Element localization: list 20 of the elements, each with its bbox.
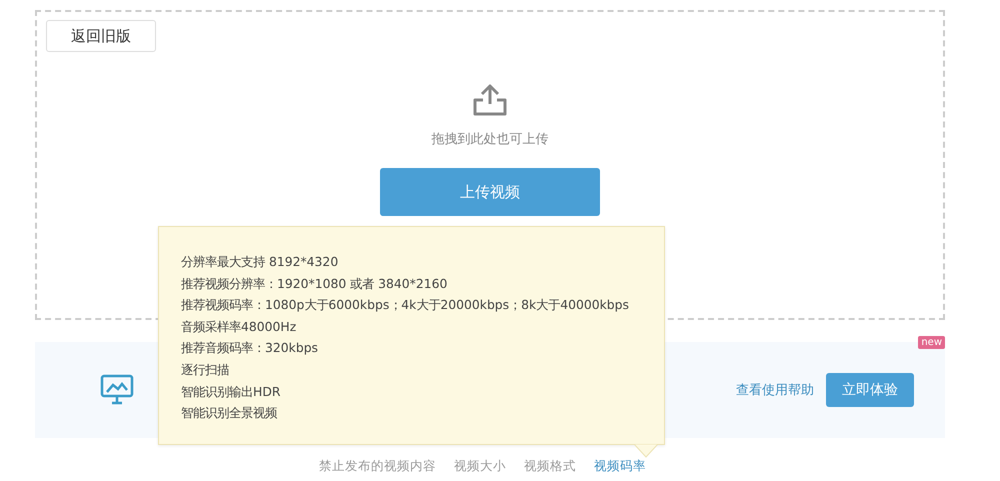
tooltip-line: 推荐视频码率：1080p大于6000kbps；4k大于20000kbps；8k大于40000kbps — [181, 296, 630, 314]
tooltip-line: 智能识别输出HDR — [181, 382, 282, 401]
tooltip-line: 分辨率最大支持 8192*4320 — [181, 253, 340, 271]
tooltip-line: 推荐视频分辨率：1920*1080 或者 3840*2160 — [181, 274, 448, 293]
help-link[interactable]: 查看使用帮助 — [736, 381, 814, 399]
tab[interactable]: 视频格式 — [524, 458, 576, 475]
drag-hint: 拖拽到此处也可上传 — [432, 131, 548, 148]
tooltip-line: 逐行扫描 — [181, 360, 230, 379]
tooltip-line: 推荐音频码率：320kbps — [181, 339, 320, 358]
try-button[interactable]: 立即体验 — [826, 373, 914, 407]
tab[interactable]: 视频大小 — [454, 458, 506, 475]
tooltip-line: 音频采样率48000Hz — [181, 318, 298, 336]
tab[interactable]: 禁止发布的视频内容 — [319, 458, 436, 475]
upload-button[interactable]: 上传视频 — [380, 168, 600, 216]
tab[interactable]: 视频码率 — [594, 458, 646, 475]
monitor-icon — [100, 374, 134, 406]
back-button[interactable]: 返回旧版 — [46, 20, 156, 52]
new-badge: new — [918, 336, 945, 349]
tooltip-line: 智能识别全景视频 — [181, 404, 278, 422]
upload-icon — [471, 82, 509, 118]
